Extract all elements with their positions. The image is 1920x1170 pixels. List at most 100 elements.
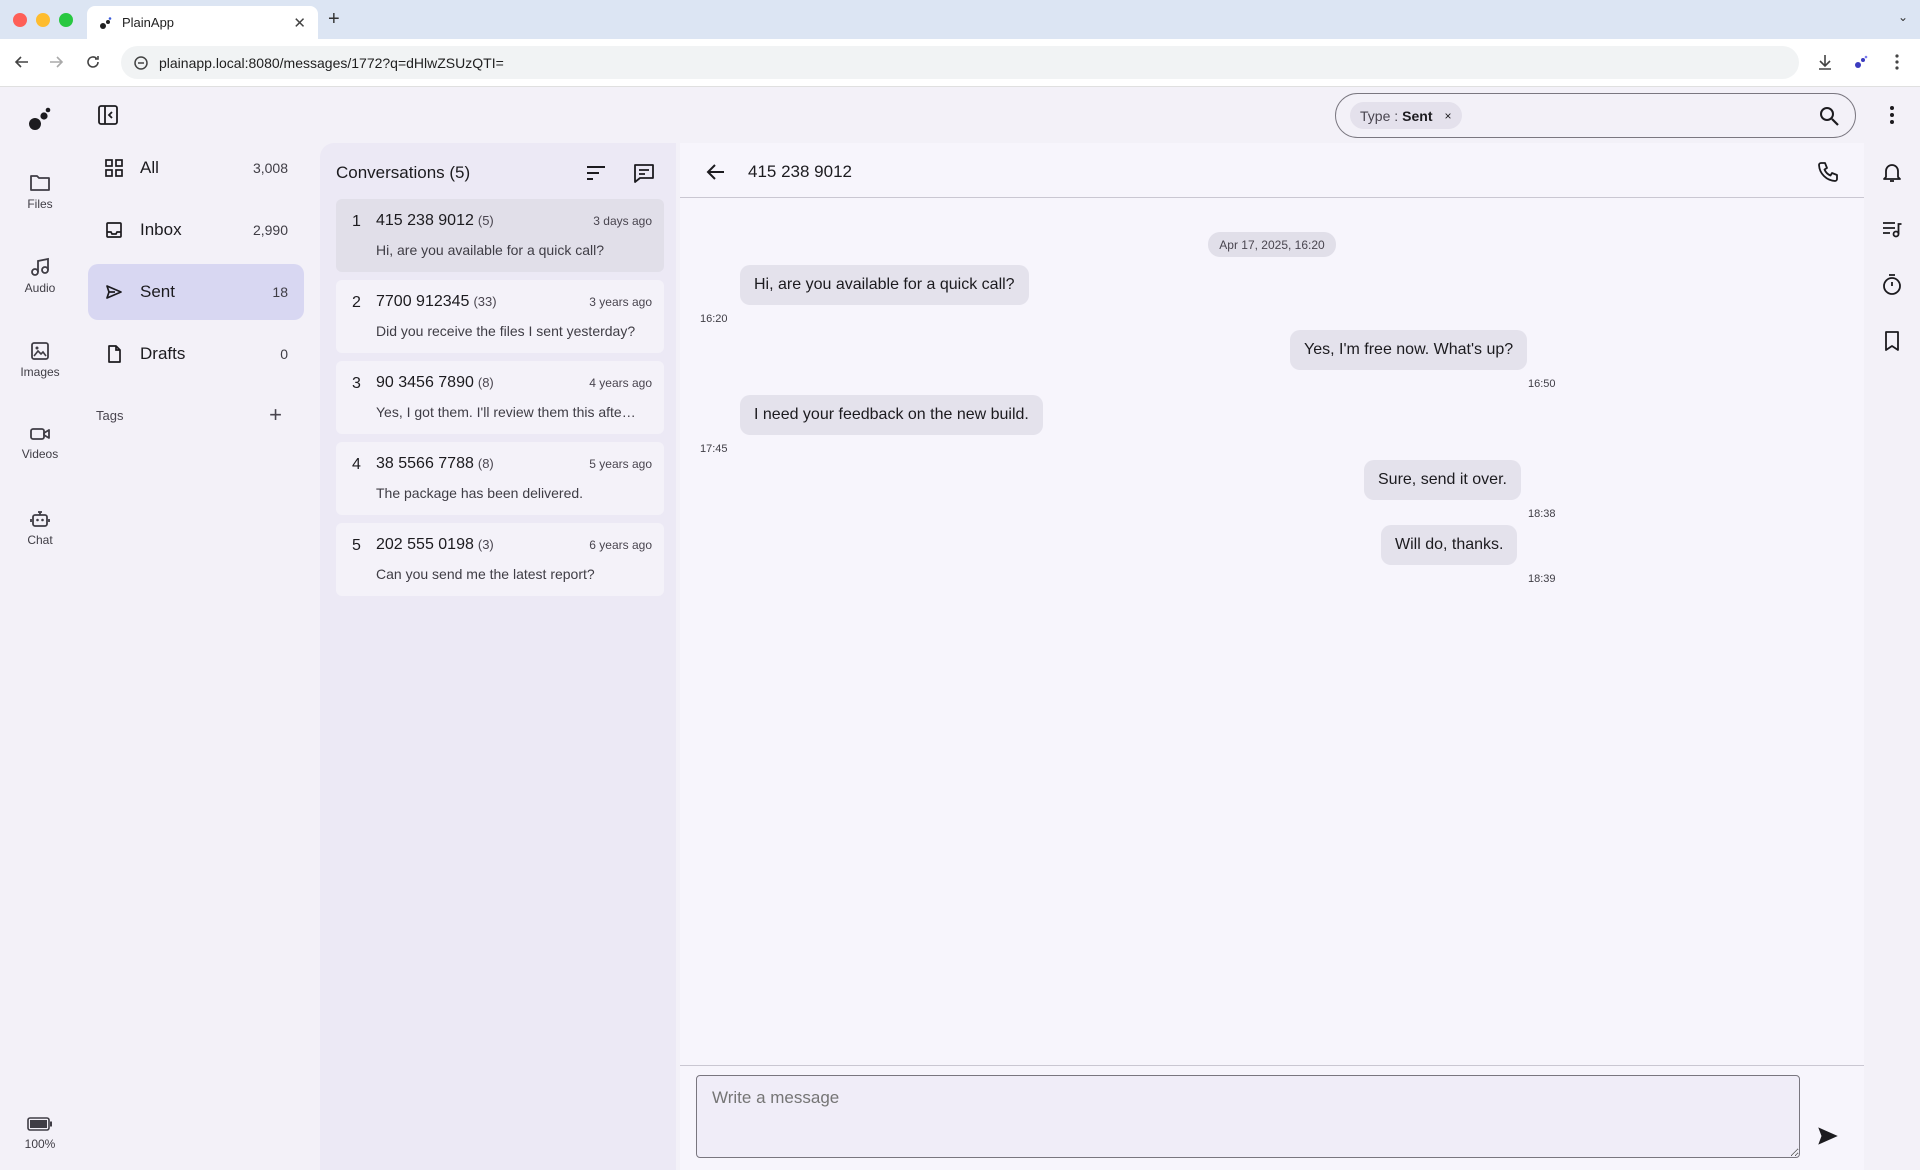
video-camera-icon <box>30 428 50 440</box>
browser-tab-bar: PlainApp ✕ + ⌄ <box>0 0 1920 39</box>
back-arrow-icon[interactable] <box>10 50 34 74</box>
phone-icon[interactable] <box>1816 160 1840 184</box>
sidebar-toggle-icon[interactable] <box>96 103 120 127</box>
composer-divider <box>680 1065 1864 1066</box>
conversation-count: (8) <box>477 375 494 390</box>
filter-chip-type[interactable]: Type : Sent × <box>1350 102 1462 129</box>
playlist-icon[interactable] <box>1880 217 1904 241</box>
browser-menu-icon[interactable] <box>1885 50 1909 74</box>
robot-icon <box>30 511 50 527</box>
rail-label-files: Files <box>27 197 53 211</box>
conversation-item[interactable]: 2 7700 912345 (33) 3 years ago Did you re… <box>336 280 664 353</box>
conversation-time: 3 days ago <box>593 214 652 228</box>
conversation-address: 38 5566 7788 <box>376 455 474 472</box>
tab-search-icon[interactable]: ⌄ <box>1898 10 1908 24</box>
conversation-preview: Did you receive the files I sent yesterd… <box>376 323 636 339</box>
conversation-preview: Can you send me the latest report? <box>376 566 595 582</box>
browser-toolbar: plainapp.local:8080/messages/1772?q=dHlw… <box>0 39 1920 87</box>
sidebar-item-drafts[interactable]: Drafts 0 <box>88 326 304 382</box>
conversation-preview: Yes, I got them. I'll review them this a… <box>376 404 636 420</box>
send-icon <box>102 280 126 304</box>
message-bubble-incoming: Hi, are you available for a quick call? <box>740 265 1029 305</box>
browser-tab[interactable]: PlainApp ✕ <box>87 6 318 39</box>
message-bubble-outgoing: Yes, I'm free now. What's up? <box>1290 330 1528 370</box>
conversation-item[interactable]: 4 38 5566 7788 (8) 5 years ago The packag… <box>336 442 664 515</box>
conversation-address: 7700 912345 <box>376 293 470 310</box>
conversation-item[interactable]: 3 90 3456 7890 (8) 4 years ago Yes, I got… <box>336 361 664 434</box>
sidebar-item-label: Inbox <box>140 220 182 239</box>
sidebar-item-count: 3,008 <box>252 160 288 176</box>
chip-value: Sent <box>1402 107 1433 124</box>
chip-remove-icon[interactable]: × <box>1444 109 1451 123</box>
battery-status: 100% <box>0 1117 80 1151</box>
minimize-window-button[interactable] <box>36 13 50 27</box>
image-icon <box>31 342 49 360</box>
add-tag-icon[interactable]: + <box>269 404 282 426</box>
sidebar-item-count: 0 <box>280 346 288 362</box>
bell-icon[interactable] <box>1880 160 1904 184</box>
maximize-window-button[interactable] <box>59 13 73 27</box>
new-tab-icon[interactable]: + <box>328 8 340 31</box>
url-text: plainapp.local:8080/messages/1772?q=dHlw… <box>159 54 504 71</box>
music-note-icon <box>31 257 49 276</box>
sidebar-item-label: Sent <box>140 282 175 301</box>
nav-rail: Files Audio Images Videos Chat 100% <box>0 87 80 1170</box>
more-vert-icon[interactable] <box>1880 103 1904 127</box>
rail-label-audio: Audio <box>24 281 56 295</box>
message-time: 16:50 <box>1528 378 1556 390</box>
rail-item-videos[interactable]: Videos <box>0 425 80 461</box>
conversation-preview: The package has been delivered. <box>376 485 584 501</box>
app-root: Files Audio Images Videos Chat 100% All <box>0 87 1920 1170</box>
sidebar-item-all[interactable]: All 3,008 <box>88 140 304 196</box>
conversation-index: 5 <box>352 537 361 554</box>
timer-icon[interactable] <box>1880 273 1904 297</box>
conversation-address: 202 555 0198 <box>376 536 474 553</box>
back-arrow-icon[interactable] <box>704 160 728 184</box>
sidebar-item-label: Drafts <box>140 344 186 363</box>
message-input[interactable] <box>696 1075 1800 1158</box>
app-logo-icon[interactable] <box>26 105 54 133</box>
conversation-item[interactable]: 5 202 555 0198 (3) 6 years ago Can you se… <box>336 523 664 596</box>
search-icon[interactable] <box>1817 104 1841 128</box>
sidebar-item-sent[interactable]: Sent 18 <box>88 264 304 320</box>
conversation-item[interactable]: 1 415 238 9012 (5) 3 days ago Hi, are you… <box>336 199 664 272</box>
message-bubble-outgoing: Sure, send it over. <box>1364 460 1521 500</box>
message-bubble-outgoing: Will do, thanks. <box>1381 525 1518 565</box>
close-window-button[interactable] <box>13 13 27 27</box>
new-message-icon[interactable] <box>632 161 656 185</box>
chat-header <box>680 143 1864 198</box>
site-info-icon[interactable] <box>133 55 149 71</box>
reload-icon[interactable] <box>81 50 105 74</box>
bookmark-icon[interactable] <box>1880 329 1904 353</box>
rail-item-images[interactable]: Images <box>0 341 80 379</box>
conversation-time: 3 years ago <box>589 295 652 309</box>
conversation-count: (33) <box>473 294 497 309</box>
message-time: 16:20 <box>700 313 728 325</box>
sidebar-item-inbox[interactable]: Inbox 2,990 <box>88 202 304 258</box>
sort-icon[interactable] <box>584 161 608 185</box>
conversation-preview: Hi, are you available for a quick call? <box>376 242 605 258</box>
tags-label: Tags <box>96 407 124 423</box>
send-icon[interactable] <box>1815 1123 1841 1149</box>
conversation-name: 415 238 9012 (5) <box>376 212 494 230</box>
search-input[interactable]: Type : Sent × <box>1335 93 1856 138</box>
download-icon[interactable] <box>1813 50 1837 74</box>
conversation-count: (3) <box>477 537 494 552</box>
rail-item-audio[interactable]: Audio <box>0 257 80 295</box>
rail-item-chat[interactable]: Chat <box>0 509 80 547</box>
tab-close-icon[interactable]: ✕ <box>293 14 306 32</box>
chat-title: 415 238 9012 <box>748 162 852 181</box>
extension-icon[interactable] <box>1849 50 1873 74</box>
message-folder-list: All 3,008 Inbox 2,990 Sent 18 Drafts 0 <box>88 140 304 388</box>
conversation-time: 5 years ago <box>589 457 652 471</box>
conversation-index: 3 <box>352 375 361 392</box>
conversation-count: (8) <box>477 456 494 471</box>
rail-label-videos: Videos <box>21 447 59 461</box>
conversation-name: 90 3456 7890 (8) <box>376 374 494 392</box>
conversation-address: 415 238 9012 <box>376 212 474 229</box>
conversation-count: (5) <box>477 213 494 228</box>
message-time: 18:39 <box>1528 573 1556 585</box>
rail-item-files[interactable]: Files <box>0 173 80 211</box>
address-bar[interactable]: plainapp.local:8080/messages/1772?q=dHlw… <box>121 46 1799 79</box>
forward-arrow-icon[interactable] <box>44 50 68 74</box>
